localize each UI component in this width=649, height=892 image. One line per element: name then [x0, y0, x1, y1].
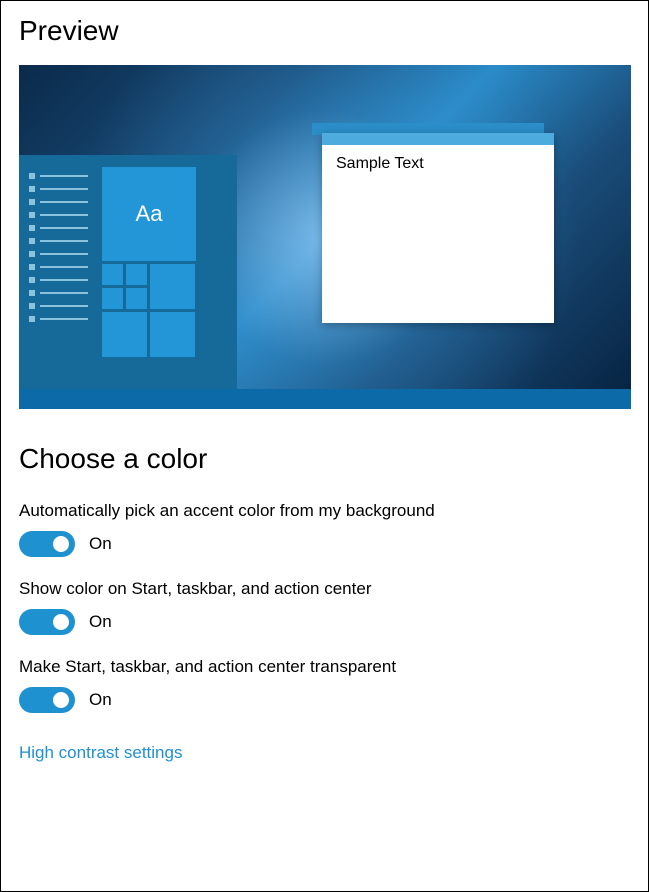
tile-small [126, 264, 147, 285]
setting-label: Make Start, taskbar, and action center t… [19, 657, 630, 677]
toggle-state: On [89, 690, 112, 710]
tile-small [102, 264, 123, 285]
preview-heading: Preview [19, 15, 630, 47]
high-contrast-link[interactable]: High contrast settings [19, 743, 182, 763]
start-tiles-preview: Aa [102, 167, 196, 377]
toggle-show-color[interactable] [19, 609, 75, 635]
tile-small [126, 288, 147, 309]
sample-window-text: Sample Text [322, 145, 554, 183]
sample-window-titlebar [322, 133, 554, 145]
sample-window: Sample Text [322, 133, 554, 323]
tile-medium [150, 312, 195, 357]
setting-label: Show color on Start, taskbar, and action… [19, 579, 630, 599]
toggle-state: On [89, 534, 112, 554]
tile-big: Aa [102, 167, 196, 261]
start-menu-preview: Aa [19, 155, 237, 389]
tile-medium [150, 264, 195, 309]
setting-auto-accent: Automatically pick an accent color from … [19, 501, 630, 557]
toggle-auto-accent[interactable] [19, 531, 75, 557]
toggle-knob [53, 692, 69, 708]
tile-small [102, 288, 123, 309]
toggle-knob [53, 614, 69, 630]
setting-show-color: Show color on Start, taskbar, and action… [19, 579, 630, 635]
start-list-preview [29, 167, 88, 377]
choose-color-heading: Choose a color [19, 443, 630, 475]
desktop-preview: Sample Text Aa [19, 65, 631, 409]
setting-transparent: Make Start, taskbar, and action center t… [19, 657, 630, 713]
toggle-state: On [89, 612, 112, 632]
setting-label: Automatically pick an accent color from … [19, 501, 630, 521]
taskbar-preview [19, 389, 631, 409]
tile-medium [102, 312, 147, 357]
toggle-knob [53, 536, 69, 552]
toggle-transparent[interactable] [19, 687, 75, 713]
